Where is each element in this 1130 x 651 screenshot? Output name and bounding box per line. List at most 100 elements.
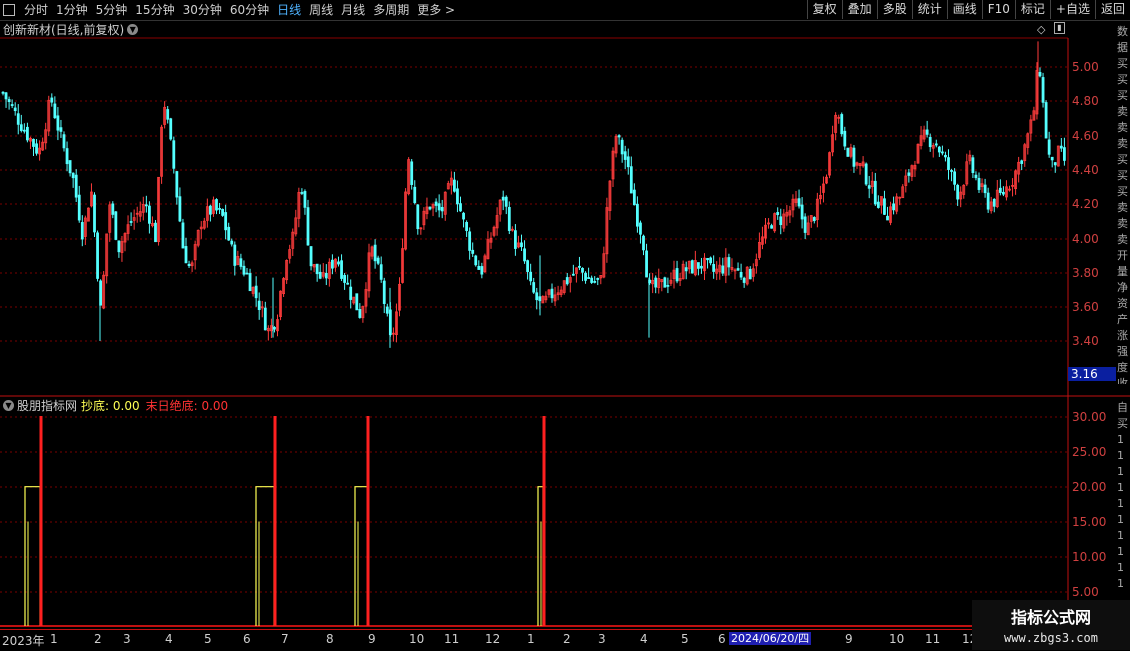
candle-body bbox=[565, 277, 569, 285]
info-side-strip[interactable]: 数据买买买卖卖卖买买买卖卖卖开量净资产涨强度收 bbox=[1117, 24, 1130, 384]
candle-body bbox=[178, 196, 182, 222]
candle-body bbox=[507, 206, 511, 231]
candle-body bbox=[385, 306, 389, 314]
candle-body bbox=[886, 215, 889, 221]
candle-body bbox=[666, 284, 670, 287]
date-tick-label: 1 bbox=[527, 632, 535, 646]
candle-body bbox=[1047, 139, 1051, 155]
candle-body bbox=[22, 129, 26, 132]
candle-body bbox=[465, 222, 469, 231]
candle-body bbox=[654, 277, 658, 288]
chevron-down-icon[interactable]: ▼ bbox=[127, 24, 139, 35]
candle-body bbox=[480, 266, 484, 275]
candle-body bbox=[306, 207, 310, 246]
candle-body bbox=[13, 107, 17, 112]
candle-body bbox=[846, 147, 850, 157]
candle-body bbox=[410, 161, 414, 185]
candle-body bbox=[526, 260, 529, 272]
candle-body bbox=[803, 216, 807, 233]
candle-body bbox=[947, 157, 950, 170]
candle-body bbox=[941, 151, 944, 154]
candle-body bbox=[840, 114, 844, 135]
candle-body bbox=[263, 307, 267, 331]
candle-body bbox=[700, 265, 703, 269]
candle-body bbox=[227, 226, 231, 241]
candle-body bbox=[535, 292, 539, 301]
price-tick-label: 3.40 bbox=[1072, 334, 1099, 349]
candle-body bbox=[111, 203, 115, 215]
candle-body bbox=[736, 268, 740, 271]
signal-step-line bbox=[354, 486, 369, 626]
candle-body bbox=[96, 232, 99, 279]
candle-body bbox=[934, 143, 938, 146]
candle-body bbox=[462, 212, 465, 220]
candle-body bbox=[318, 271, 322, 279]
indicator-tick-label: 10.00 bbox=[1072, 550, 1107, 564]
candle-body bbox=[346, 282, 350, 285]
candle-body bbox=[224, 212, 228, 231]
price-tick-label: 4.60 bbox=[1072, 128, 1099, 143]
candle-body bbox=[175, 171, 179, 198]
candle-body bbox=[248, 273, 252, 292]
candle-body bbox=[504, 196, 508, 207]
candle-body bbox=[1059, 145, 1063, 149]
candle-body bbox=[303, 191, 307, 208]
candle-body bbox=[867, 185, 871, 189]
candle-body bbox=[550, 288, 554, 299]
candle-body bbox=[721, 265, 725, 274]
indicator-side-strip[interactable]: 自买1111111111 bbox=[1117, 400, 1130, 600]
candle-body bbox=[468, 231, 472, 251]
candle-body bbox=[617, 135, 621, 138]
candle-body bbox=[230, 240, 234, 245]
candle-body bbox=[413, 186, 417, 204]
candle-body bbox=[800, 204, 804, 220]
candle-body bbox=[776, 212, 780, 216]
date-tick-label: 11 bbox=[925, 632, 941, 646]
stock-title: 创新新材(日线,前复权) bbox=[3, 23, 125, 37]
indicator-line2-label: 末日绝底: 0.00 bbox=[145, 399, 229, 413]
candle-body bbox=[937, 146, 941, 153]
indicator-tick-label: 5.00 bbox=[1072, 585, 1099, 599]
candle-body bbox=[181, 222, 185, 249]
candle-body bbox=[376, 257, 380, 264]
candle-body bbox=[1002, 191, 1005, 195]
candle-body bbox=[523, 248, 526, 262]
indicator-tick-label: 30.00 bbox=[1072, 410, 1107, 424]
candle-body bbox=[208, 205, 212, 215]
candle-body bbox=[578, 265, 581, 268]
candle-body bbox=[257, 300, 261, 311]
candle-body bbox=[1050, 156, 1054, 161]
candle-body bbox=[712, 264, 716, 272]
candle-body bbox=[59, 127, 63, 132]
chart-canvas[interactable] bbox=[0, 0, 1130, 650]
candle-body bbox=[4, 92, 8, 100]
candle-body bbox=[1020, 160, 1024, 164]
candle-body bbox=[440, 206, 444, 212]
candle-body bbox=[742, 277, 746, 283]
panel-toggle-icon[interactable]: ▮ bbox=[1054, 22, 1065, 34]
candle-body bbox=[639, 222, 642, 235]
price-tick-label: 3.60 bbox=[1072, 300, 1099, 315]
candle-body bbox=[71, 172, 75, 179]
candle-body bbox=[373, 244, 377, 262]
candle-body bbox=[812, 217, 816, 222]
candle-body bbox=[80, 222, 84, 240]
candle-body bbox=[974, 174, 978, 179]
candle-body bbox=[843, 130, 847, 147]
date-tick-label: 8 bbox=[326, 632, 334, 646]
date-axis: 2024/06/20/四 2023年 1 2 3 4 5 6 7 8 9 10 11 12 1 2 3 4 5 6 9… bbox=[0, 629, 1130, 651]
candle-body bbox=[474, 255, 478, 266]
candle-body bbox=[19, 124, 23, 131]
candle-body bbox=[379, 264, 383, 280]
candle-body bbox=[626, 156, 630, 168]
candle-body bbox=[770, 225, 773, 229]
candle-body bbox=[50, 97, 54, 103]
candle-body bbox=[709, 257, 712, 264]
date-tick-label: 7 bbox=[281, 632, 289, 646]
diamond-icon[interactable]: ◇ bbox=[1037, 23, 1045, 36]
chevron-down-icon[interactable]: ▼ bbox=[3, 400, 14, 411]
candle-body bbox=[852, 147, 856, 167]
indicator-title: ▼ 股朋指标网 抄底: 0.00 末日绝底: 0.00 bbox=[3, 398, 228, 414]
date-tick-label: 6 bbox=[718, 632, 726, 646]
date-tick-label: 5 bbox=[204, 632, 212, 646]
